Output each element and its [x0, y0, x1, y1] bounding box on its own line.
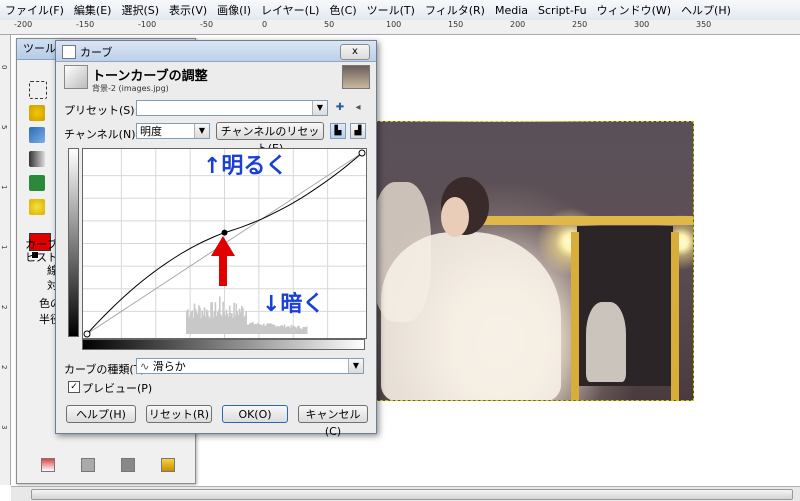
- menu-item[interactable]: ヘルプ(H): [676, 2, 736, 18]
- chevron-down-icon[interactable]: ▼: [348, 359, 363, 373]
- ruler-label: -100: [138, 20, 157, 29]
- channel-value: 明度: [140, 125, 162, 138]
- chevron-down-icon[interactable]: ▼: [312, 101, 327, 115]
- reset-channel-button[interactable]: チャンネルのリセット(E): [216, 122, 324, 155]
- curves-tool-icon: [64, 65, 88, 89]
- output-gradient-bar: [68, 148, 79, 337]
- red-up-arrow-icon: [211, 236, 235, 286]
- ruler-label: 1: [0, 245, 8, 250]
- brighter-annotation: ↑明るく: [203, 154, 288, 179]
- linear-histogram-icon[interactable]: ▙: [330, 123, 346, 139]
- ruler-label: 250: [572, 20, 588, 29]
- ruler-label: 0: [262, 20, 268, 29]
- menu-item[interactable]: フィルタ(R): [420, 2, 490, 18]
- ruler-label: 5: [0, 125, 8, 130]
- preview-label[interactable]: プレビュー(P): [82, 380, 152, 396]
- scrollbar-thumb[interactable]: [31, 489, 793, 500]
- curve-type-combo[interactable]: ∿ 滑らか ▼: [136, 358, 364, 374]
- preset-menu-icon[interactable]: ◂: [352, 102, 364, 114]
- menu-item[interactable]: 編集(E): [69, 2, 117, 18]
- photo-layer[interactable]: [370, 121, 694, 401]
- curves-window-icon: [62, 45, 76, 59]
- horizontal-ruler[interactable]: -200 -150 -100 -50 0 50 100 150 200 250 300 350: [0, 20, 800, 35]
- clone-icon[interactable]: [29, 175, 45, 191]
- close-button[interactable]: x: [340, 44, 370, 60]
- darker-annotation: ↓暗く: [262, 292, 325, 317]
- ruler-label: 2: [0, 305, 8, 310]
- menubar: ファイル(F) 編集(E) 選択(S) 表示(V) 画像(I) レイヤー(L) 色(C) ツー…: [0, 0, 800, 21]
- vertical-ruler[interactable]: 0 5 1 1 2 2 3: [0, 35, 11, 485]
- menu-item[interactable]: ファイル(F): [0, 2, 69, 18]
- heal-icon[interactable]: [29, 199, 45, 215]
- railing: [481, 216, 693, 225]
- menu-item[interactable]: 選択(S): [116, 2, 164, 18]
- menu-item[interactable]: Script-Fu: [533, 4, 592, 17]
- ruler-label: 300: [634, 20, 650, 29]
- bride-face: [441, 197, 469, 237]
- add-preset-icon[interactable]: ✚: [334, 102, 346, 114]
- ruler-label: 3: [0, 425, 8, 430]
- dialog-title: カーブ: [80, 46, 113, 59]
- dialog-header-title: トーンカーブの調整: [92, 69, 208, 84]
- ruler-label: 2: [0, 365, 8, 370]
- curve-type-label: カーブの種類(T): [64, 363, 145, 376]
- channel-combo[interactable]: 明度 ▼: [136, 123, 210, 139]
- menu-item[interactable]: 色(C): [324, 2, 361, 18]
- ok-button[interactable]: OK(O): [222, 405, 288, 423]
- dialog-titlebar[interactable]: カーブ x: [56, 41, 376, 62]
- ruler-label: -150: [76, 20, 95, 29]
- ruler-label: -200: [14, 20, 33, 29]
- help-button[interactable]: ヘルプ(H): [66, 405, 136, 423]
- fuzzy-select-icon[interactable]: [29, 105, 45, 121]
- child-figure: [586, 302, 626, 382]
- menu-item[interactable]: ウィンドウ(W): [592, 2, 676, 18]
- channel-label: チャンネル(N):: [64, 128, 140, 141]
- railing-post: [671, 232, 679, 400]
- menu-item[interactable]: ツール(T): [362, 2, 420, 18]
- preview-checkbox[interactable]: ✓: [68, 381, 80, 393]
- ruler-label: 100: [386, 20, 402, 29]
- ruler-label: 50: [324, 20, 335, 29]
- ruler-label: 150: [448, 20, 464, 29]
- ruler-label: 200: [510, 20, 526, 29]
- layer-name: 背景-2 (images.jpg): [92, 84, 169, 93]
- save-options-icon[interactable]: [41, 458, 55, 472]
- ruler-label: -50: [200, 20, 214, 29]
- delete-options-icon[interactable]: [121, 458, 135, 472]
- menu-item[interactable]: 表示(V): [164, 2, 212, 18]
- curve-endpoint-end[interactable]: [358, 149, 366, 157]
- log-histogram-icon[interactable]: ▟: [350, 123, 366, 139]
- railing-post: [571, 232, 579, 400]
- curve-endpoint-start[interactable]: [83, 330, 91, 338]
- ruler-label: 350: [696, 20, 712, 29]
- curve-control-point[interactable]: [221, 229, 228, 236]
- menu-item[interactable]: Media: [490, 4, 533, 17]
- menu-item[interactable]: レイヤー(L): [256, 2, 324, 18]
- wedding-dress: [381, 232, 561, 400]
- cancel-button[interactable]: キャンセル(C): [298, 405, 368, 438]
- ruler-label: 0: [0, 65, 8, 70]
- rect-select-icon[interactable]: [29, 81, 47, 99]
- preset-label: プリセット(S):: [64, 104, 139, 117]
- curve-type-value: 滑らか: [152, 360, 186, 373]
- reset-options-icon[interactable]: [161, 458, 175, 472]
- smooth-curve-icon: ∿: [140, 360, 150, 373]
- layer-thumbnail: [342, 65, 370, 89]
- histogram-bar: [305, 326, 308, 334]
- ruler-label: 1: [0, 185, 8, 190]
- input-gradient-bar: [82, 339, 365, 350]
- horizontal-scrollbar[interactable]: [11, 486, 800, 501]
- preset-combo[interactable]: ▼: [136, 100, 328, 116]
- menu-item[interactable]: 画像(I): [212, 2, 256, 18]
- gradient-icon[interactable]: [29, 151, 45, 167]
- restore-options-icon[interactable]: [81, 458, 95, 472]
- chevron-down-icon[interactable]: ▼: [194, 124, 209, 138]
- reset-button[interactable]: リセット(R): [146, 405, 212, 423]
- paint-icon[interactable]: [29, 127, 45, 143]
